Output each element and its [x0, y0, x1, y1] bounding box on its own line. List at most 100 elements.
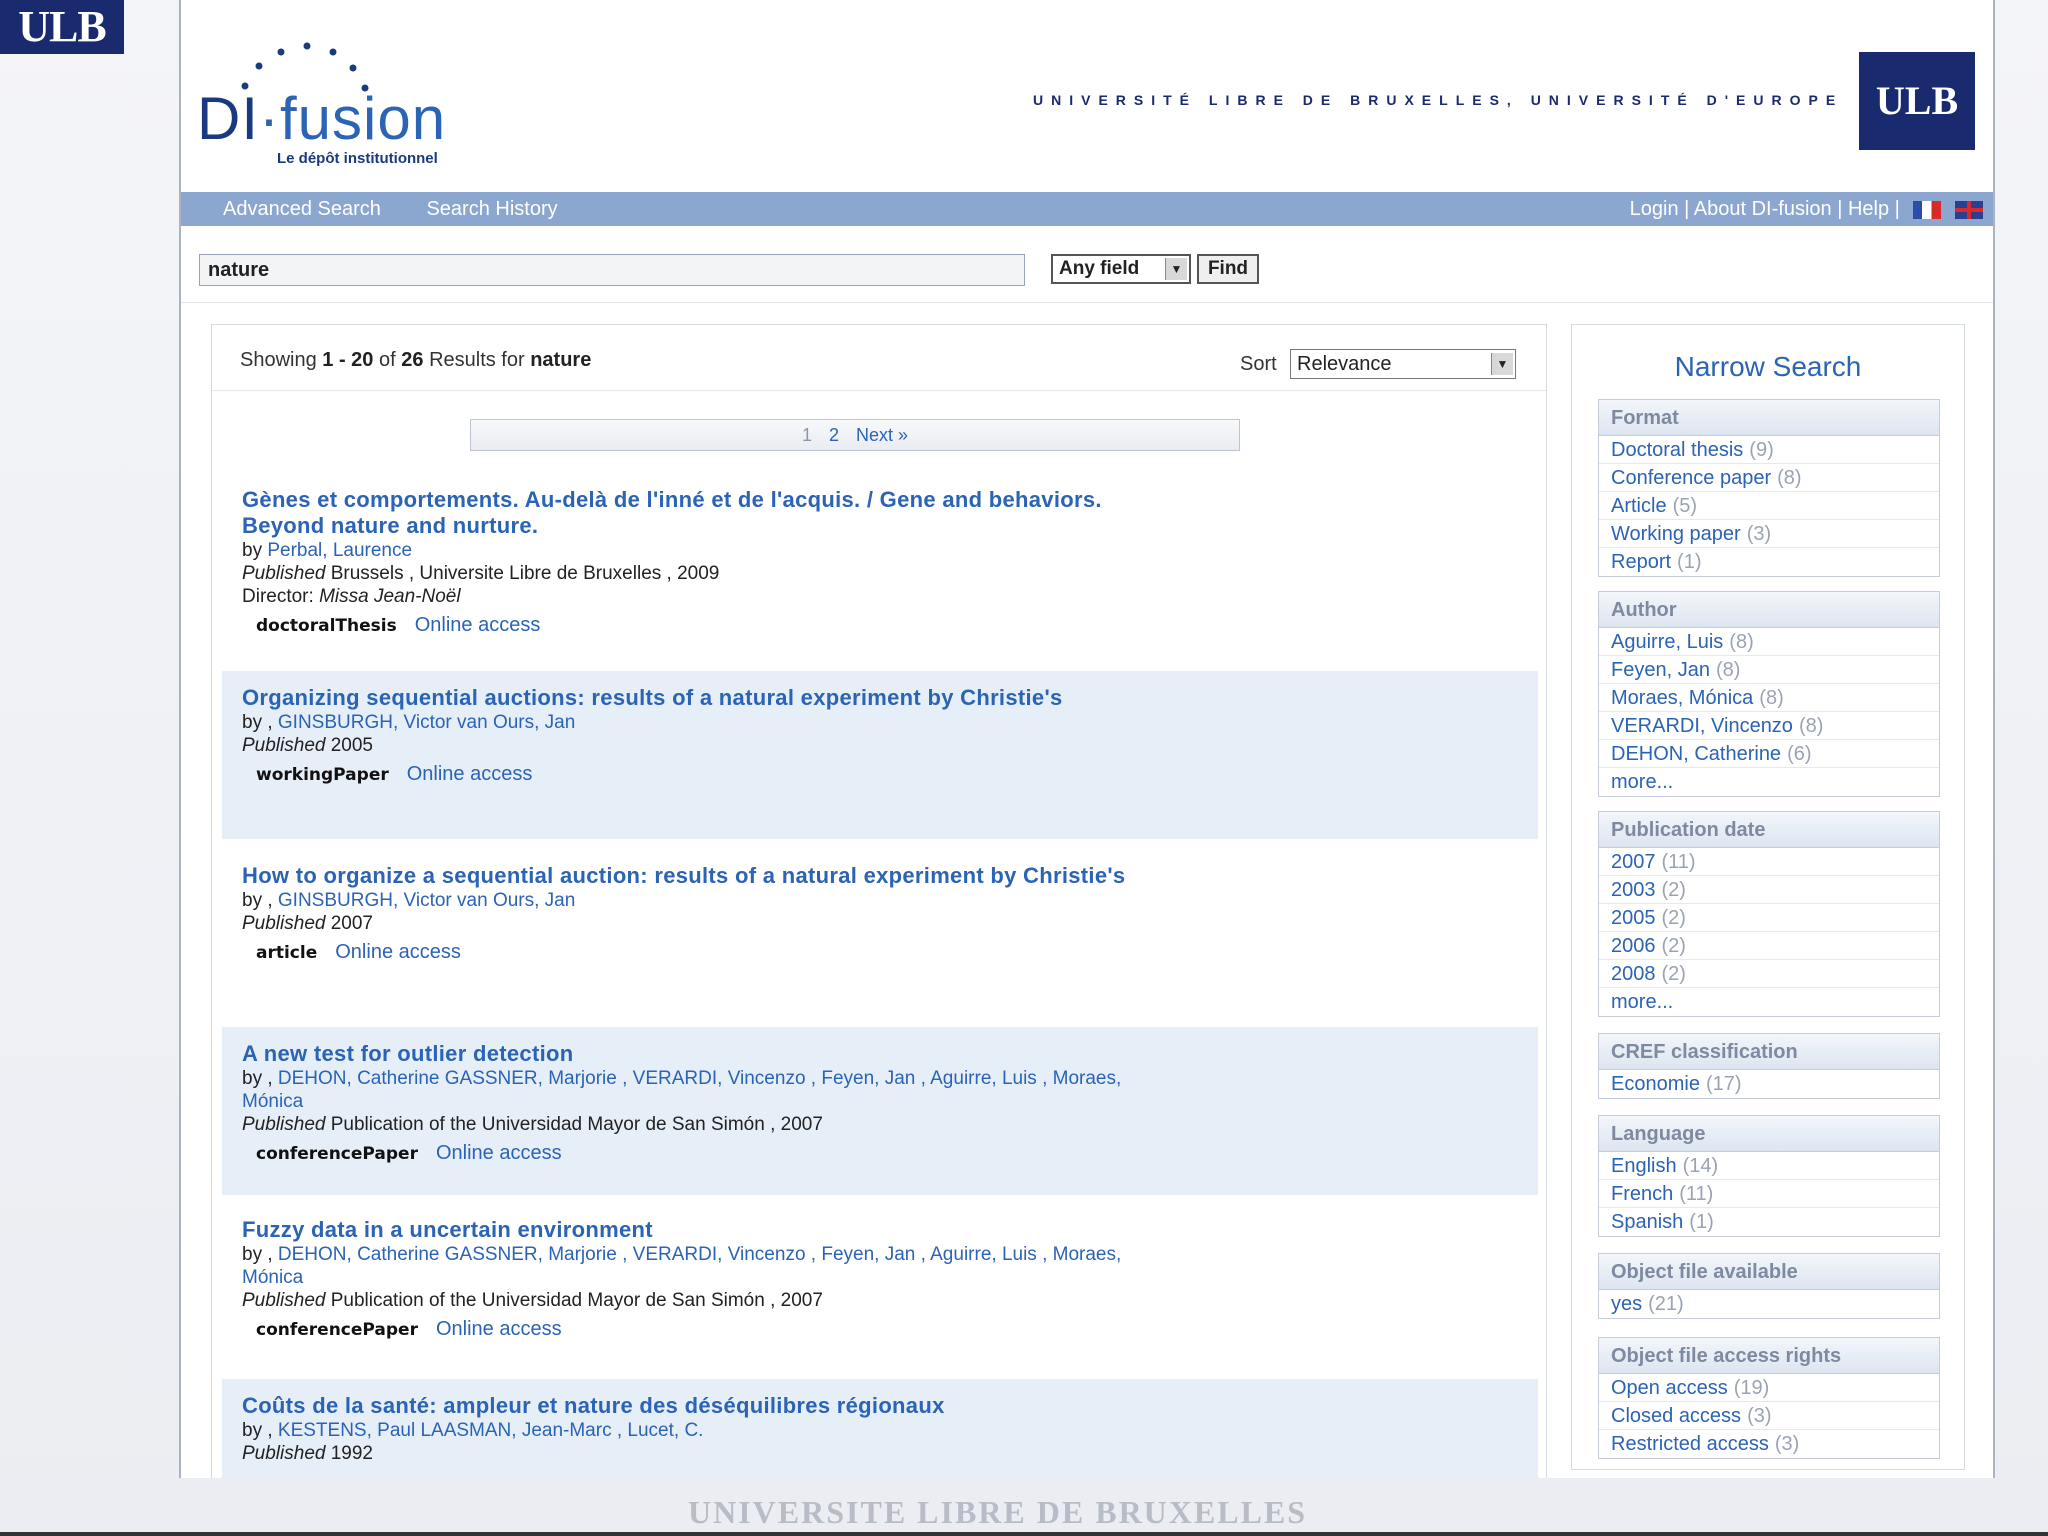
facet-item[interactable]: Conference paper (8) [1599, 464, 1939, 492]
record-title[interactable]: Fuzzy data in a uncertain environment [242, 1217, 1182, 1243]
nav-advanced-search[interactable]: Advanced Search [223, 198, 381, 220]
dropdown-arrow-icon: ▼ [1165, 258, 1187, 280]
record-author-link[interactable]: DEHON, Catherine GASSNER, Marjorie , VER… [242, 1244, 1121, 1288]
facet-label: more... [1611, 991, 1674, 1013]
facet-item[interactable]: DEHON, Catherine (6) [1599, 740, 1939, 768]
record-author-link[interactable]: Perbal, Laurence [267, 540, 412, 561]
facet-count: (8) [1798, 715, 1824, 737]
record-authors: by , DEHON, Catherine GASSNER, Marjorie … [242, 1067, 1172, 1113]
record-author-link[interactable]: GINSBURGH, Victor van Ours, Jan [278, 712, 575, 733]
search-field-value: Any field [1059, 258, 1140, 279]
facet-item[interactable]: 2008 (2) [1599, 960, 1939, 988]
facet-header[interactable]: Object file available [1599, 1254, 1939, 1290]
online-access-link[interactable]: Online access [335, 941, 461, 963]
page-2[interactable]: 2 [829, 425, 839, 445]
facet-count: (11) [1679, 1183, 1714, 1205]
facet-header[interactable]: Author [1599, 592, 1939, 628]
record-title[interactable]: Organizing sequential auctions: results … [242, 685, 1182, 711]
facet-item[interactable]: Doctoral thesis (9) [1599, 436, 1939, 464]
find-button[interactable]: Find [1197, 254, 1259, 284]
facet-item[interactable]: 2007 (11) [1599, 848, 1939, 876]
nav-separator: | [1837, 198, 1843, 220]
dropdown-arrow-icon: ▼ [1491, 353, 1513, 375]
facet-item[interactable]: yes (21) [1599, 1290, 1939, 1318]
record-title[interactable]: How to organize a sequential auction: re… [242, 863, 1182, 889]
facet-item[interactable]: 2003 (2) [1599, 876, 1939, 904]
record-title[interactable]: Coûts de la santé: ampleur et nature des… [242, 1393, 1182, 1419]
facet-label: Article [1611, 495, 1667, 517]
facet-label: 2008 [1611, 963, 1656, 985]
online-access-link[interactable]: Online access [436, 1142, 562, 1164]
bottom-border [0, 1532, 2048, 1536]
facet-label: Closed access [1611, 1405, 1742, 1427]
record-by: by , [242, 712, 273, 733]
online-access-link[interactable]: Online access [436, 1318, 562, 1340]
facet-count: (3) [1774, 1433, 1800, 1455]
online-access-link[interactable]: Online access [415, 614, 541, 636]
facet-item[interactable]: Aguirre, Luis (8) [1599, 628, 1939, 656]
facet-label: DEHON, Catherine [1611, 743, 1782, 765]
facet-item[interactable]: Spanish (1) [1599, 1208, 1939, 1236]
facet-label: Doctoral thesis [1611, 439, 1744, 461]
facet-more-link[interactable]: more... [1599, 768, 1939, 796]
next-page-link[interactable]: Next » [856, 425, 908, 445]
facet-header[interactable]: Object file access rights [1599, 1338, 1939, 1374]
facet-label: Open access [1611, 1377, 1728, 1399]
facet-format: Format Doctoral thesis (9) Conference pap… [1598, 399, 1940, 577]
logo-fusion: fusion [279, 85, 447, 152]
nav-about[interactable]: About DI-fusion [1694, 198, 1832, 220]
facet-item[interactable]: 2006 (2) [1599, 932, 1939, 960]
nav-login[interactable]: Login [1630, 198, 1679, 220]
facet-item[interactable]: English (14) [1599, 1152, 1939, 1180]
difusion-logo[interactable]: DI·fusion Le dépôt institutionnel [197, 22, 457, 172]
sort-select[interactable]: Relevance ▼ [1290, 349, 1516, 379]
ulb-corner-logo: ULB [0, 0, 124, 54]
search-input[interactable] [199, 254, 1025, 286]
result-record: How to organize a sequential auction: re… [222, 849, 1538, 1017]
facet-count: (2) [1661, 879, 1686, 901]
facet-label: Economie [1611, 1073, 1700, 1095]
record-author-link[interactable]: GINSBURGH, Victor van Ours, Jan [278, 890, 575, 911]
facet-item[interactable]: Restricted access (3) [1599, 1430, 1939, 1458]
narrow-search-panel: Narrow Search Format Doctoral thesis (9) … [1571, 324, 1965, 1470]
logo-di: DI [197, 85, 259, 152]
online-access-link[interactable]: Online access [407, 763, 533, 785]
facet-label: yes [1611, 1293, 1643, 1315]
facet-item[interactable]: Article (5) [1599, 492, 1939, 520]
search-field-select[interactable]: Any field ▼ [1051, 254, 1191, 284]
facet-more-link[interactable]: more... [1599, 988, 1939, 1016]
facet-item[interactable]: 2005 (2) [1599, 904, 1939, 932]
record-by: by , [242, 890, 273, 911]
facet-item[interactable]: Economie (17) [1599, 1070, 1939, 1098]
facet-header[interactable]: CREF classification [1599, 1034, 1939, 1070]
facet-item[interactable]: Feyen, Jan (8) [1599, 656, 1939, 684]
facet-item[interactable]: Closed access (3) [1599, 1402, 1939, 1430]
record-by: by [242, 540, 263, 561]
nav-help[interactable]: Help [1848, 198, 1889, 220]
page-1[interactable]: 1 [802, 425, 812, 445]
facet-label: 2005 [1611, 907, 1656, 929]
nav-search-history[interactable]: Search History [426, 198, 557, 220]
facet-header[interactable]: Publication date [1599, 812, 1939, 848]
record-author-link[interactable]: KESTENS, Paul LAASMAN, Jean-Marc , Lucet… [278, 1420, 704, 1441]
published-value: Brussels , Universite Libre de Bruxelles… [330, 563, 720, 584]
record-title[interactable]: Gènes et comportements. Au-delà de l'inn… [242, 487, 1182, 539]
summary-query: nature [530, 349, 592, 371]
facet-header[interactable]: Format [1599, 400, 1939, 436]
record-footer: article Online access [242, 939, 1518, 966]
facet-header[interactable]: Language [1599, 1116, 1939, 1152]
record-title[interactable]: A new test for outlier detection [242, 1041, 1182, 1067]
logo-dot: · [259, 85, 280, 152]
facet-item[interactable]: Moraes, Mónica (8) [1599, 684, 1939, 712]
english-flag-icon[interactable] [1955, 200, 1983, 219]
french-flag-icon[interactable] [1913, 200, 1942, 219]
facet-count: (21) [1648, 1293, 1684, 1315]
facet-item[interactable]: VERARDI, Vincenzo (8) [1599, 712, 1939, 740]
facet-item[interactable]: Open access (19) [1599, 1374, 1939, 1402]
facet-item[interactable]: Working paper (3) [1599, 520, 1939, 548]
ulb-logo[interactable]: ULB [1859, 52, 1975, 150]
results-summary: Showing 1 - 20 of 26 Results for nature [240, 349, 591, 372]
facet-item[interactable]: Report (1) [1599, 548, 1939, 576]
facet-item[interactable]: French (11) [1599, 1180, 1939, 1208]
record-author-link[interactable]: DEHON, Catherine GASSNER, Marjorie , VER… [242, 1068, 1121, 1112]
